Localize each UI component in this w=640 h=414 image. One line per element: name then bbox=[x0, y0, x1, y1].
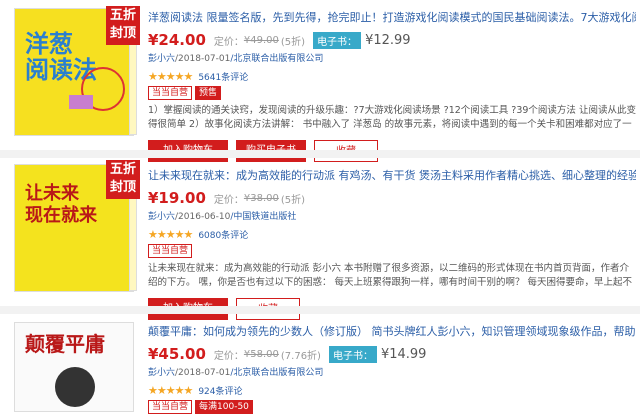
product-meta: 彭小六/2016-06-10/中国铁道出版社 bbox=[148, 210, 636, 224]
star-rating-icon: ★★★★★ bbox=[148, 383, 193, 397]
divider bbox=[0, 150, 640, 158]
product-info: 让未来现在就来：成为高效能的行动派 有鸡汤、有干货 煲汤主料采用作者精心挑选、细… bbox=[148, 158, 636, 320]
product-list: 洋葱 阅读法 五折 封顶 洋葱阅读法 限量签名版，先到先得，抢完即止！打造游戏化… bbox=[0, 0, 640, 414]
publisher-link[interactable]: /北京联合出版有限公司 bbox=[230, 54, 323, 64]
list-price: ¥38.00 bbox=[243, 192, 279, 204]
list-price: ¥49.00 bbox=[243, 34, 279, 46]
product-item: 让未来 现在就来 五折 封顶 让未来现在就来：成为高效能的行动派 有鸡汤、有干货… bbox=[0, 158, 640, 320]
price-row: ¥45.00 定价： ¥58.00 (7.76折) 电子书： ¥14.99 bbox=[148, 344, 636, 364]
discount-rate: (5折) bbox=[280, 36, 306, 48]
discount-rate: (7.76折) bbox=[280, 350, 321, 362]
product-info: 洋葱阅读法 限量签名版，先到先得，抢完即止！打造游戏化阅读模式的国民基础阅读法。… bbox=[148, 0, 636, 162]
publisher-link[interactable]: /北京联合出版有限公司 bbox=[230, 368, 323, 378]
tag-promo: 每满100-50 bbox=[195, 400, 253, 414]
product-meta: 彭小六/2018-07-01/北京联合出版有限公司 bbox=[148, 366, 636, 380]
product-description: 让未来现在就来：成为高效能的行动派 彭小六 本书附赠了很多资源，以二维码的形式体… bbox=[148, 263, 633, 288]
star-rating-icon: ★★★★★ bbox=[148, 227, 193, 241]
sale-price: ¥19.00 bbox=[148, 189, 206, 207]
publish-date: /2018-07-01 bbox=[175, 54, 231, 64]
tag-list: 当当自营 bbox=[148, 244, 636, 258]
publisher-link[interactable]: /中国铁道出版社 bbox=[230, 212, 296, 222]
list-price-label: 定价： bbox=[213, 36, 244, 48]
list-price-label: 定价： bbox=[213, 194, 244, 206]
product-title[interactable]: 让未来现在就来：成为高效能的行动派 有鸡汤、有干货 煲汤主料采用作者精心挑选、细… bbox=[148, 168, 636, 184]
list-price-label: 定价： bbox=[213, 350, 244, 362]
product-item: 洋葱 阅读法 五折 封顶 洋葱阅读法 限量签名版，先到先得，抢完即止！打造游戏化… bbox=[0, 0, 640, 162]
cover-title: 让未来 现在就来 bbox=[25, 183, 97, 226]
rating: ★★★★★ 6080条评论 bbox=[148, 227, 636, 241]
publish-date: /2018-07-01 bbox=[175, 368, 231, 378]
product-title[interactable]: 颠覆平庸：如何成为领先的少数人（修订版） 简书头牌红人彭小六，知识管理领域现象级… bbox=[148, 324, 636, 340]
publish-date: /2016-06-10 bbox=[175, 212, 231, 222]
tag-self-operated: 当当自营 bbox=[148, 244, 193, 258]
review-count[interactable]: 924条评论 bbox=[198, 384, 242, 397]
product-title[interactable]: 洋葱阅读法 限量签名版，先到先得，抢完即止！打造游戏化阅读模式的国民基础阅读法。… bbox=[148, 10, 636, 26]
rating: ★★★★★ 924条评论 bbox=[148, 383, 636, 397]
discount-badge: 五折 封顶 bbox=[106, 160, 140, 199]
product-info: 颠覆平庸：如何成为领先的少数人（修订版） 简书头牌红人彭小六，知识管理领域现象级… bbox=[148, 314, 636, 414]
ebook-price[interactable]: ¥14.99 bbox=[381, 347, 427, 362]
review-count[interactable]: 6080条评论 bbox=[198, 228, 248, 241]
product-item: 颠覆平庸 颠覆平庸：如何成为领先的少数人（修订版） 简书头牌红人彭小六，知识管理… bbox=[0, 314, 640, 414]
product-description: 1）掌握阅读的通关诀窍，发现阅读的升级乐趣：?7大游戏化阅读场景 ?12个阅读工… bbox=[148, 105, 636, 130]
tag-self-operated: 当当自营 bbox=[148, 400, 193, 414]
product-meta: 彭小六/2018-07-01/北京联合出版有限公司 bbox=[148, 52, 636, 66]
star-rating-icon: ★★★★★ bbox=[148, 69, 193, 83]
tag-presale: 预售 bbox=[195, 86, 222, 100]
list-price: ¥58.00 bbox=[243, 348, 279, 360]
cover-illustration bbox=[55, 367, 95, 407]
cover-title: 颠覆平庸 bbox=[25, 332, 105, 356]
ebook-price[interactable]: ¥12.99 bbox=[365, 33, 411, 48]
author-link[interactable]: 彭小六 bbox=[148, 54, 175, 64]
ebook-tag: 电子书： bbox=[328, 345, 377, 363]
author-link[interactable]: 彭小六 bbox=[148, 212, 175, 222]
sale-price: ¥24.00 bbox=[148, 31, 206, 49]
tag-self-operated: 当当自营 bbox=[148, 86, 193, 100]
divider bbox=[0, 306, 640, 314]
tag-list: 当当自营 每满100-50 bbox=[148, 400, 636, 414]
book-cover[interactable]: 颠覆平庸 bbox=[14, 322, 134, 412]
discount-badge: 五折 封顶 bbox=[106, 6, 140, 45]
rating: ★★★★★ 5641条评论 bbox=[148, 69, 636, 83]
ebook-tag: 电子书： bbox=[313, 31, 362, 49]
author-link[interactable]: 彭小六 bbox=[148, 368, 175, 378]
sale-price: ¥45.00 bbox=[148, 345, 206, 363]
review-count[interactable]: 5641条评论 bbox=[198, 70, 248, 83]
price-row: ¥24.00 定价： ¥49.00 (5折) 电子书： ¥12.99 bbox=[148, 30, 636, 50]
cover-illustration bbox=[69, 95, 93, 109]
tag-list: 当当自营 预售 bbox=[148, 86, 636, 100]
discount-rate: (5折) bbox=[280, 194, 306, 206]
price-row: ¥19.00 定价： ¥38.00 (5折) bbox=[148, 188, 636, 208]
